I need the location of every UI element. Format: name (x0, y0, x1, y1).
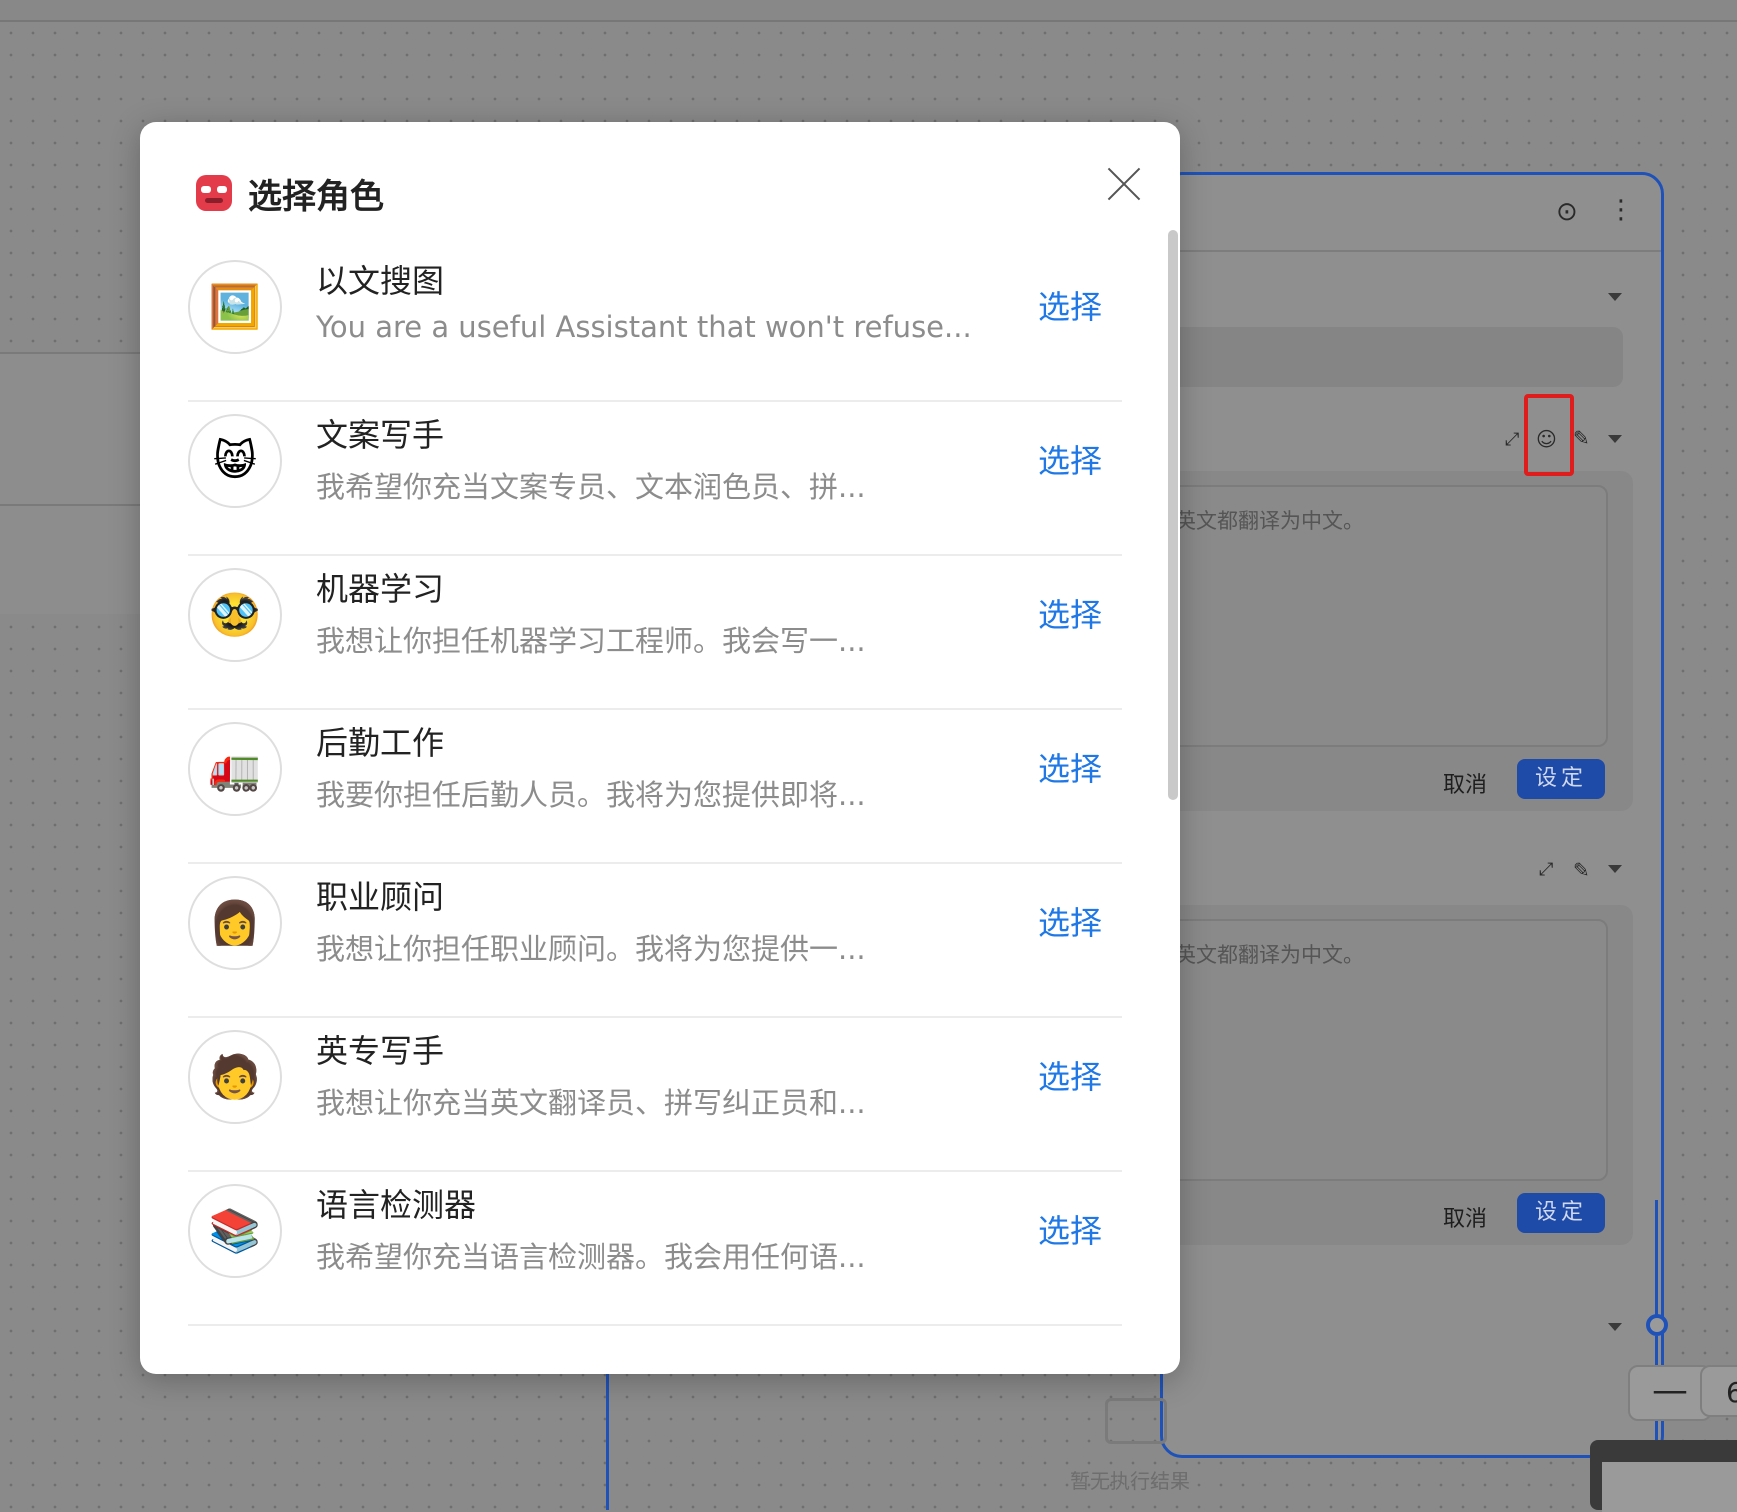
select-role-modal: 选择角色 🖼️ 以文搜图 You are a useful Assistant th… (140, 122, 1180, 1374)
edit-icon[interactable]: ✎ (1573, 425, 1590, 451)
picture-icon: 🖼️ (188, 260, 282, 354)
connector-line (1655, 1200, 1658, 1320)
role-list: 🖼️ 以文搜图 You are a useful Assistant that wo… (188, 248, 1122, 1328)
books-icon: 📚 (188, 1184, 282, 1278)
modal-title: 选择角色 (248, 176, 384, 217)
chevron-down-icon[interactable] (1608, 435, 1622, 443)
system-prompt-textarea[interactable]: 英文都翻译为中文。 (1163, 485, 1608, 747)
role-description: 我想让你担任机器学习工程师。我会写一... (316, 624, 866, 658)
list-item: 👩 职业顾问我想让你担任职业顾问。我将为您提供一... 选择 (188, 864, 1122, 1018)
role-name: 文案写手 (316, 416, 445, 454)
close-icon[interactable] (1100, 160, 1148, 208)
modal-header: 选择角色 (196, 168, 384, 218)
run-icon[interactable]: ⊙ (1556, 199, 1578, 225)
chevron-down-icon[interactable] (1608, 865, 1622, 873)
list-item: 😸 文案写手我希望你充当文案专员、文本润色员、拼... 选择 (188, 402, 1122, 556)
scrollbar[interactable] (1168, 230, 1178, 800)
more-icon[interactable]: ⋮ (1608, 197, 1634, 223)
role-description: 我希望你充当文案专员、文本润色员、拼... (316, 470, 866, 504)
user-prompt-textarea[interactable]: 英文都翻译为中文。 (1163, 919, 1608, 1181)
list-item: 🥸 机器学习我想让你担任机器学习工程师。我会写一... 选择 (188, 556, 1122, 710)
set-button[interactable]: 设定 (1517, 759, 1605, 799)
role-name: 职业顾问 (316, 878, 445, 916)
role-name: 语言检测器 (316, 1186, 477, 1224)
empty-result-text: 暂无执行结果 (1070, 1469, 1190, 1493)
background-node-panel: ⊙ ⋮ ⤢ ☺ ✎ 英文都翻译为中文。 取消 设定 ⤢ ✎ 英文都翻译为中文。 … (1160, 172, 1664, 1458)
list-item: 🖼️ 以文搜图 You are a useful Assistant that wo… (188, 248, 1122, 402)
connector-handle[interactable] (1646, 1314, 1668, 1336)
minimap-viewport (1602, 1462, 1737, 1512)
background-left-node (0, 352, 140, 506)
list-item: 🧑 英专写手我想让你充当英文翻译员、拼写纠正员和... 选择 (188, 1018, 1122, 1172)
chevron-down-icon[interactable] (1608, 293, 1622, 301)
select-button[interactable]: 选择 (1038, 590, 1102, 636)
role-name: 英专写手 (316, 1032, 445, 1070)
list-item-partial (188, 1326, 1122, 1328)
person-icon: 🧑 (188, 1030, 282, 1124)
role-description: 我希望你充当语言检测器。我会用任何语... (316, 1240, 866, 1274)
expand-icon[interactable]: ⤢ (1539, 857, 1553, 883)
list-item: 📚 语言检测器我希望你充当语言检测器。我会用任何语... 选择 (188, 1172, 1122, 1326)
disguised-face-icon: 🥸 (188, 568, 282, 662)
background-left-node-lower (0, 504, 140, 614)
highlight-box (1524, 394, 1574, 476)
role-name: 后勤工作 (316, 724, 445, 762)
chevron-down-icon[interactable] (1608, 1323, 1622, 1331)
role-name: 以文搜图 (316, 262, 445, 300)
role-description: You are a useful Assistant that won't re… (316, 310, 972, 344)
role-description: 我要你担任后勤人员。我将为您提供即将... (316, 778, 866, 812)
woman-icon: 👩 (188, 876, 282, 970)
cat-face-icon: 😸 (188, 414, 282, 508)
select-button[interactable]: 选择 (1038, 898, 1102, 944)
select-button[interactable]: 选择 (1038, 1052, 1102, 1098)
inbox-icon (1105, 1398, 1167, 1444)
edit-icon[interactable]: ✎ (1573, 857, 1590, 883)
ogre-icon (196, 175, 232, 211)
list-item: 🚛 后勤工作我要你担任后勤人员。我将为您提供即将... 选择 (188, 710, 1122, 864)
model-select-bar[interactable] (1163, 327, 1623, 387)
cancel-button[interactable]: 取消 (1443, 1201, 1487, 1233)
node-header: ⊙ ⋮ (1163, 175, 1661, 252)
role-name: 机器学习 (316, 570, 445, 608)
role-description: 我想让你担任职业顾问。我将为您提供一... (316, 932, 866, 966)
truck-icon: 🚛 (188, 722, 282, 816)
select-button[interactable]: 选择 (1038, 282, 1102, 328)
cancel-button[interactable]: 取消 (1443, 767, 1487, 799)
role-description: 我想让你充当英文翻译员、拼写纠正员和... (316, 1086, 866, 1120)
set-button[interactable]: 设定 (1517, 1193, 1605, 1233)
expand-icon[interactable]: ⤢ (1505, 427, 1519, 453)
select-button[interactable]: 选择 (1038, 744, 1102, 790)
select-button[interactable]: 选择 (1038, 1206, 1102, 1252)
select-button[interactable]: 选择 (1038, 436, 1102, 482)
top-bar (0, 0, 1737, 22)
